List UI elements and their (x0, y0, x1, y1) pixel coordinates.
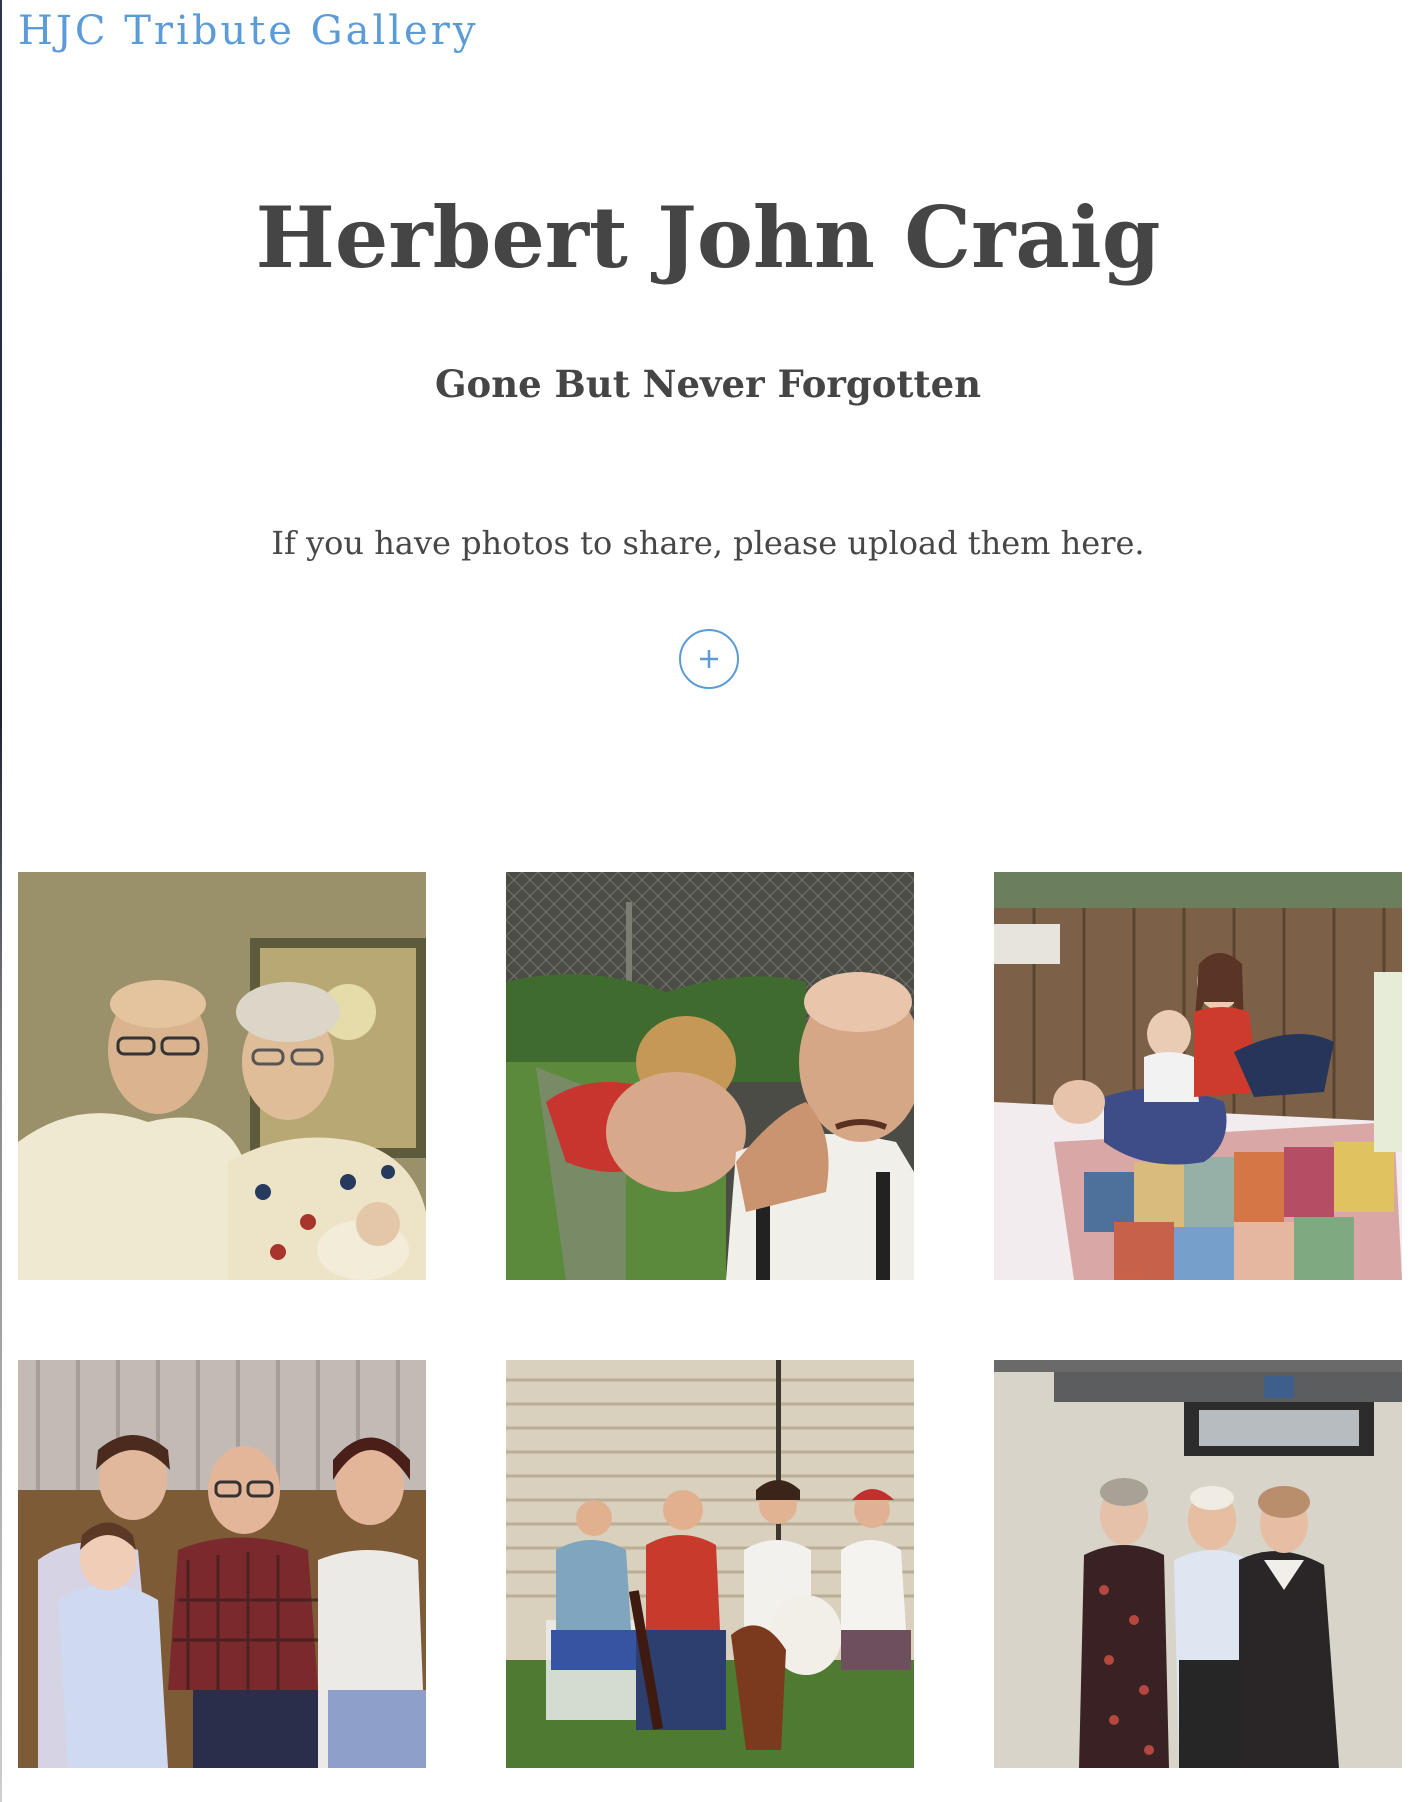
couple-portrait-image (18, 872, 426, 1280)
men-with-dogs-image (506, 1360, 914, 1768)
children-on-bed-image (994, 872, 1402, 1280)
page-title: Herbert John Craig (255, 188, 1161, 287)
gallery-photo-family-on-couch[interactable] (18, 1360, 426, 1768)
site-title-link[interactable]: HJC Tribute Gallery (18, 8, 478, 54)
gallery-photo-couple-portrait[interactable] (18, 872, 426, 1280)
gallery-photo-three-standing[interactable] (994, 1360, 1402, 1768)
page-subtitle: Gone But Never Forgotten (434, 362, 982, 406)
upload-prompt: If you have photos to share, please uplo… (271, 524, 1145, 562)
three-standing-image (994, 1360, 1402, 1768)
gallery-photo-men-with-dogs[interactable] (506, 1360, 914, 1768)
gallery-photo-man-and-boy[interactable] (506, 872, 914, 1280)
man-and-boy-image (506, 872, 914, 1280)
gallery-photo-children-on-bed[interactable] (994, 872, 1402, 1280)
plus-icon (700, 650, 718, 668)
family-on-couch-image (18, 1360, 426, 1768)
upload-photo-button[interactable] (679, 629, 739, 689)
